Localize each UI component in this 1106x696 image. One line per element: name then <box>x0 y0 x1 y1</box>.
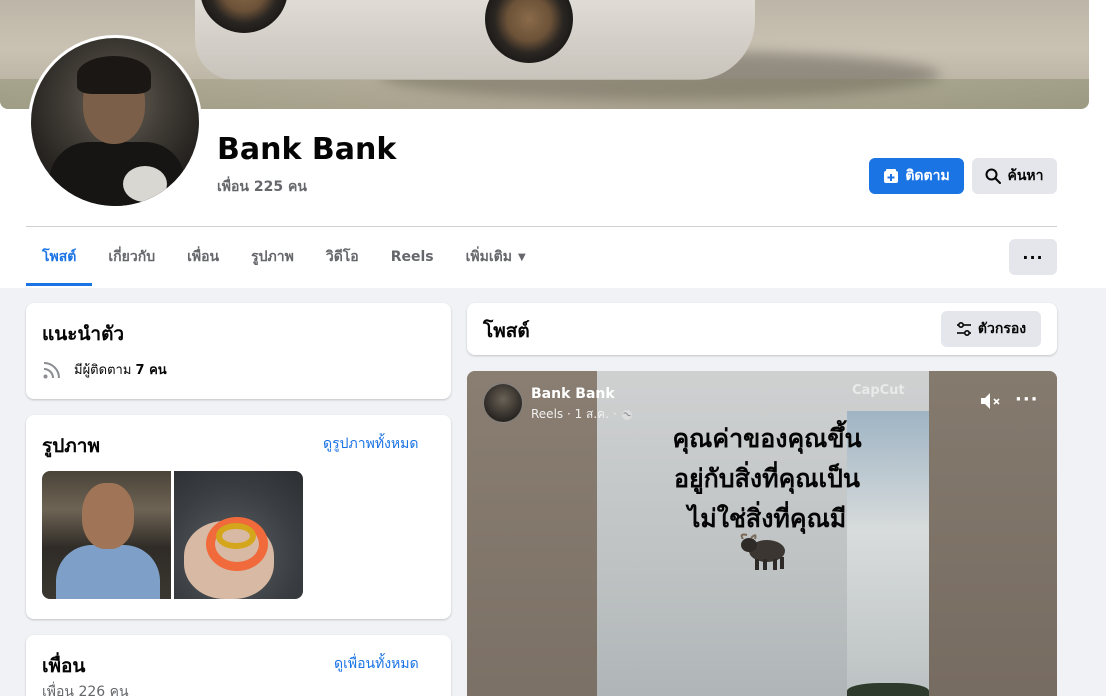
reel-caption-line: อยู่กับสิ่งที่คุณเป็น <box>673 464 861 493</box>
photo-person-body <box>56 545 160 599</box>
rss-icon <box>43 361 60 378</box>
tab-friends[interactable]: เพื่อน <box>171 228 235 286</box>
tab-posts[interactable]: โพสต์ <box>26 228 93 286</box>
posts-title: โพสต์ <box>483 320 530 342</box>
photo-person-head <box>82 483 134 549</box>
followers-row: มีผู้ติดตาม 7 คน <box>42 359 167 380</box>
reel-author-avatar[interactable] <box>483 383 523 423</box>
profile-friends-count[interactable]: เพื่อน 225 คน <box>217 176 307 198</box>
tab-about[interactable]: เกี่ยวกับ <box>92 228 171 286</box>
photo-thumbnail[interactable] <box>42 471 171 599</box>
filter-icon <box>956 322 971 336</box>
follow-icon <box>884 169 899 183</box>
follow-label: ติดตาม <box>905 168 950 184</box>
avatar-shirt <box>49 142 185 206</box>
tab-label: โพสต์ <box>42 249 77 265</box>
profile-avatar[interactable] <box>31 38 199 206</box>
reel-author-name[interactable]: Bank Bank <box>531 386 615 402</box>
photos-title: รูปภาพ <box>42 435 100 457</box>
capcut-watermark: CapCut <box>852 383 905 398</box>
tab-label: วิดีโอ <box>325 249 359 265</box>
posts-header-card: โพสต์ ตัวกรอง <box>467 303 1057 355</box>
reel-caption-line: คุณค่าของคุณขึ้น <box>672 424 862 453</box>
profile-tabs: โพสต์ เกี่ยวกับ เพื่อน รูปภาพ วิดีโอ Ree… <box>26 228 542 286</box>
followers-text: มีผู้ติดตาม 7 คน <box>74 359 167 380</box>
filter-label: ตัวกรอง <box>977 321 1027 337</box>
search-icon <box>985 168 1002 184</box>
tab-reels[interactable]: Reels <box>375 228 450 286</box>
friends-card: เพื่อน ดูเพื่อนทั้งหมด เพื่อน 226 คน <box>26 635 451 696</box>
header-divider <box>26 226 1057 227</box>
reel-backdrop-right <box>929 371 1057 696</box>
buffalo-icon <box>740 533 785 570</box>
profile-name: Bank Bank <box>217 132 397 167</box>
followers-value[interactable]: 7 คน <box>136 363 167 378</box>
tab-photos[interactable]: รูปภาพ <box>235 228 310 286</box>
photo-gold-ring <box>216 523 256 549</box>
more-options-button[interactable]: ··· <box>1009 239 1057 275</box>
avatar-hair <box>77 56 151 94</box>
mute-icon[interactable] <box>979 391 1003 411</box>
intro-title: แนะนำตัว <box>42 323 125 345</box>
tab-label: Reels <box>390 249 434 265</box>
avatar-shirt-print <box>123 166 167 202</box>
tab-videos[interactable]: วิดีโอ <box>310 228 375 286</box>
tab-label: เพิ่มเติม <box>465 249 512 265</box>
friends-count-sub: เพื่อน 226 คน <box>42 684 129 696</box>
reel-post[interactable]: Bank Bank Reels · 1 ส.ค. · CapCut ··· คุ… <box>467 371 1057 696</box>
see-all-friends-link[interactable]: ดูเพื่อนทั้งหมด <box>334 653 419 675</box>
followers-prefix: มีผู้ติดตาม <box>74 363 132 378</box>
tab-label: เกี่ยวกับ <box>108 249 156 265</box>
filter-button[interactable]: ตัวกรอง <box>941 311 1041 347</box>
caret-down-icon: ▼ <box>517 251 526 263</box>
search-button[interactable]: ค้นหา <box>972 158 1057 194</box>
tab-label: รูปภาพ <box>251 249 294 265</box>
follow-button[interactable]: ติดตาม <box>869 158 964 194</box>
friends-title: เพื่อน <box>42 655 86 677</box>
photo-thumbnail[interactable] <box>174 471 303 599</box>
search-label: ค้นหา <box>1007 168 1044 184</box>
reel-video-trees <box>847 683 929 696</box>
reel-caption: คุณค่าของคุณขึ้น อยู่กับสิ่งที่คุณเป็น ไ… <box>607 419 927 539</box>
tab-label: เพื่อน <box>187 249 220 265</box>
see-all-photos-link[interactable]: ดูรูปภาพทั้งหมด <box>323 433 418 455</box>
intro-card: แนะนำตัว มีผู้ติดตาม 7 คน <box>26 303 451 399</box>
photos-card: รูปภาพ ดูรูปภาพทั้งหมด <box>26 415 451 619</box>
reel-more-button[interactable]: ··· <box>1015 389 1039 410</box>
reel-meta-text[interactable]: Reels · 1 ส.ค. · <box>531 405 617 424</box>
tab-more[interactable]: เพิ่มเติม ▼ <box>450 228 542 286</box>
